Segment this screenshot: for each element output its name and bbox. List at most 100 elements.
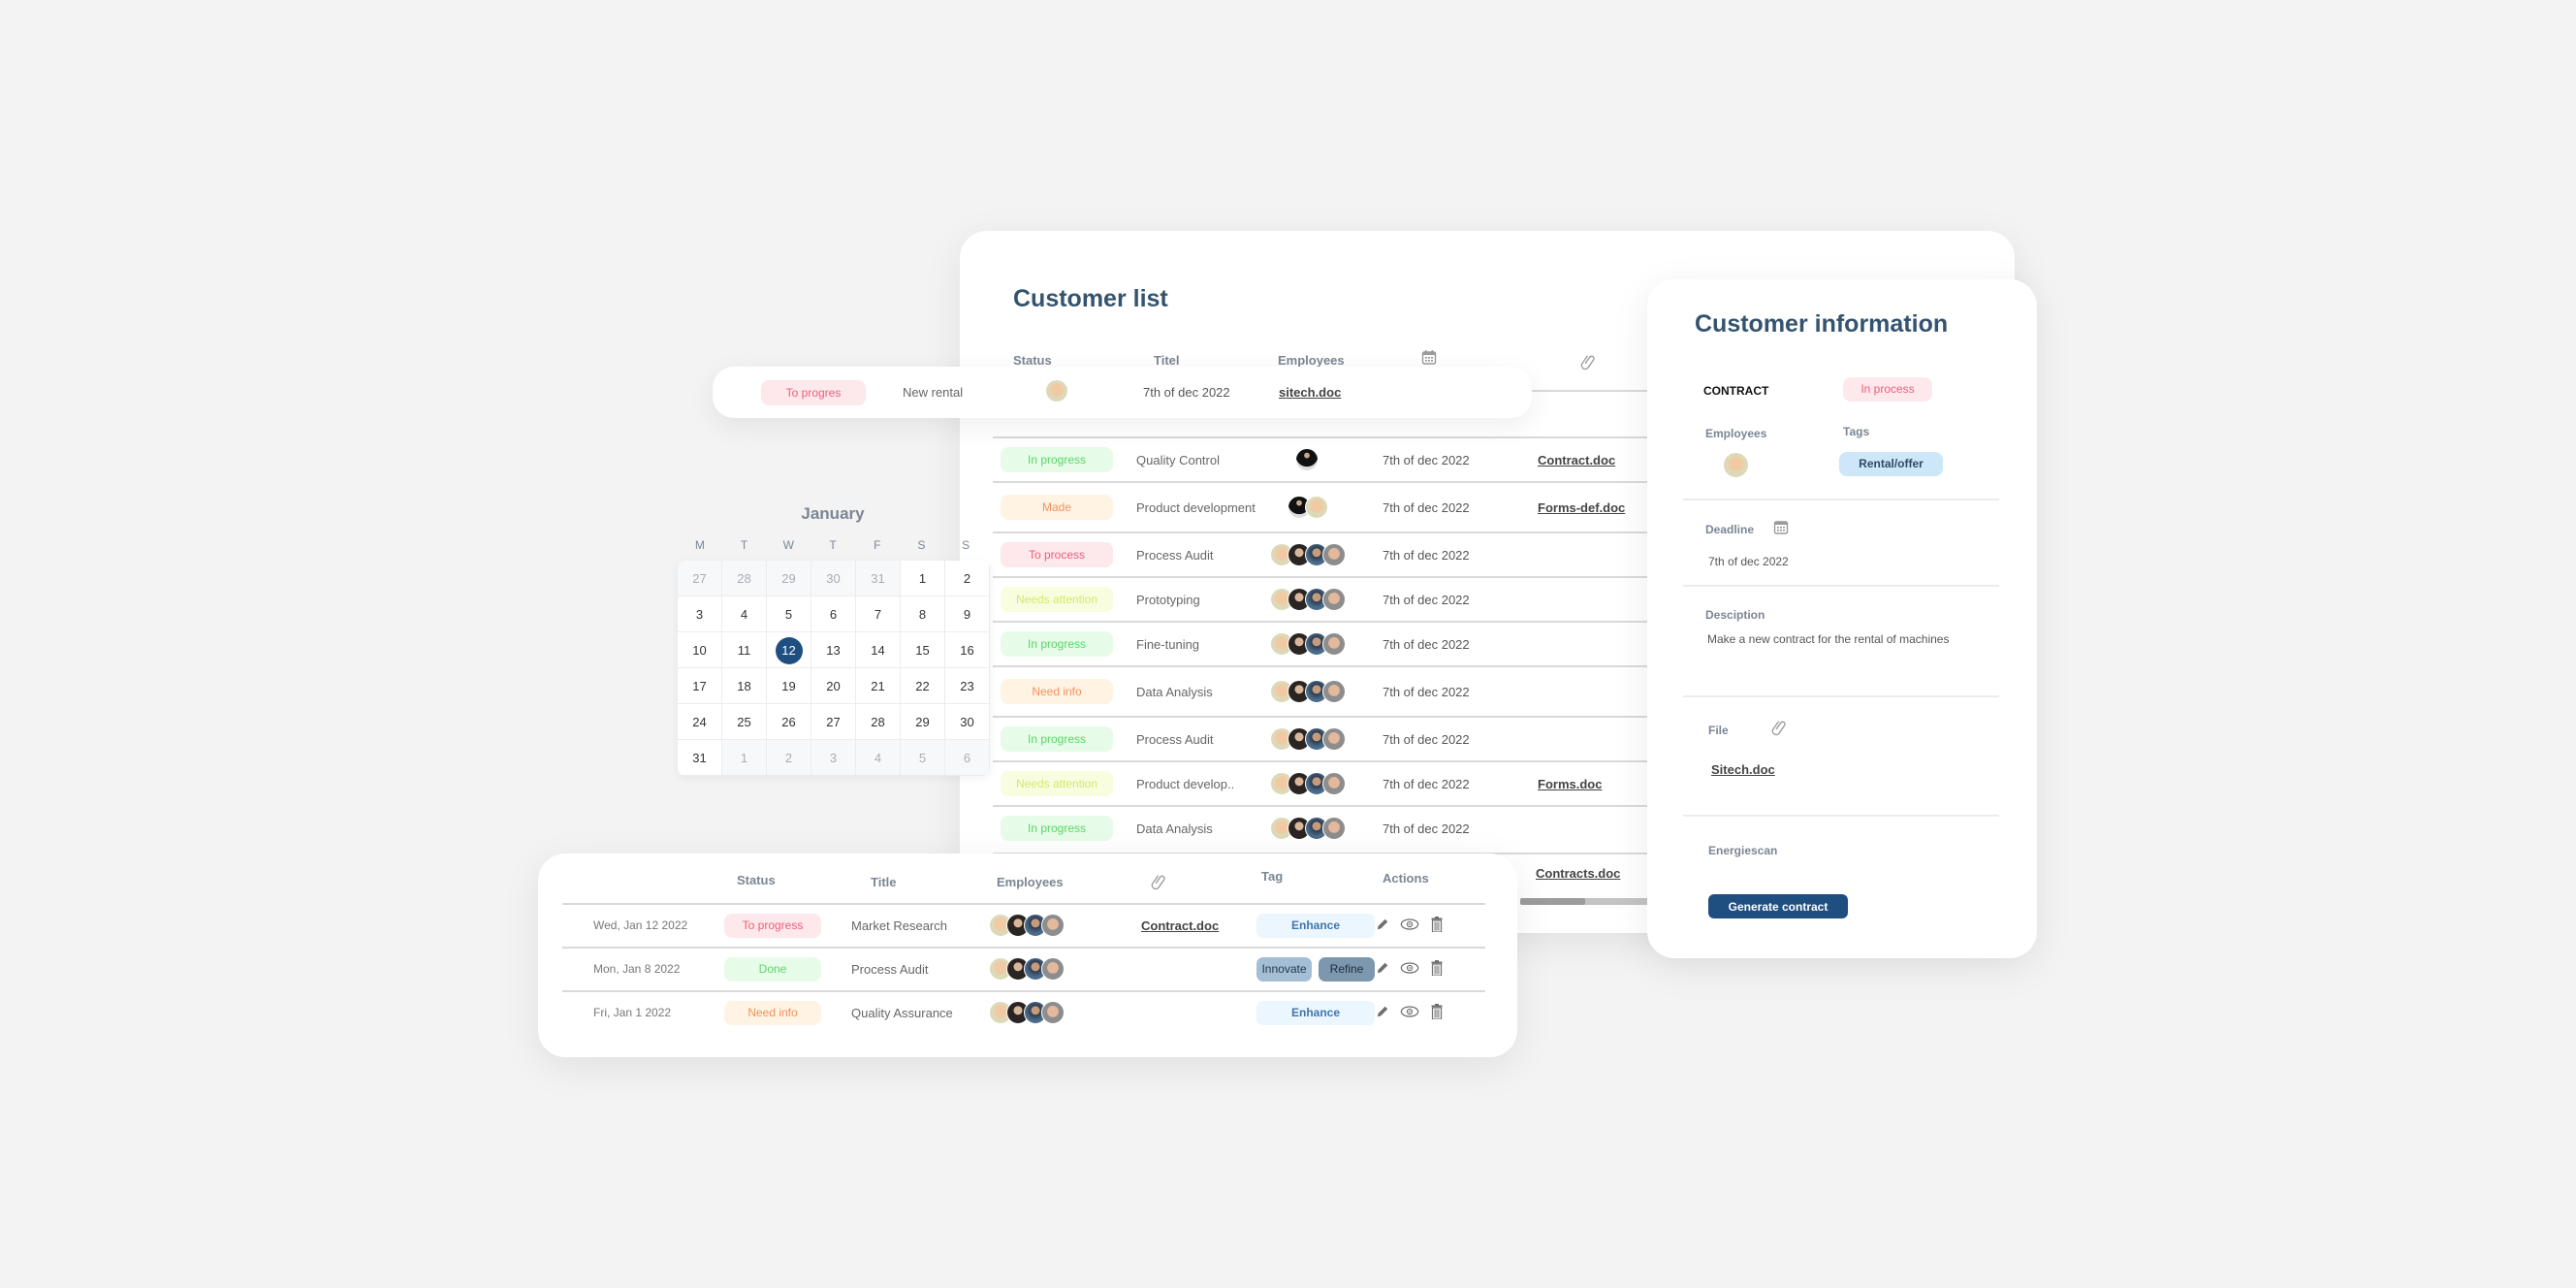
- calendar-day[interactable]: 6: [945, 740, 990, 776]
- header-title[interactable]: Title: [871, 875, 897, 889]
- row-date: 7th of dec 2022: [1383, 731, 1470, 747]
- calendar-day[interactable]: 30: [945, 704, 990, 740]
- header-status[interactable]: Status: [1013, 353, 1052, 368]
- calendar-day[interactable]: 20: [811, 668, 856, 704]
- table-row[interactable]: Fri, Jan 1 2022 Need info Quality Assuranc…: [562, 990, 1485, 1034]
- tag-chip[interactable]: Refine: [1319, 957, 1375, 982]
- calendar-day[interactable]: 21: [856, 668, 901, 704]
- calendar-day[interactable]: 9: [945, 596, 990, 632]
- tag-chip[interactable]: Enhance: [1256, 914, 1375, 938]
- calendar-day[interactable]: 22: [901, 668, 945, 704]
- calendar-day[interactable]: 5: [901, 740, 945, 776]
- paperclip-icon[interactable]: [1151, 873, 1168, 893]
- header-employees[interactable]: Employees: [1278, 353, 1345, 368]
- calendar-day[interactable]: 28: [856, 704, 901, 740]
- eye-icon[interactable]: [1400, 1002, 1419, 1021]
- generate-contract-button[interactable]: Generate contract: [1708, 894, 1848, 918]
- avatar: [1322, 680, 1346, 703]
- calendar-day[interactable]: 16: [945, 632, 990, 668]
- calendar-day[interactable]: 10: [678, 632, 722, 668]
- calendar-month: January: [801, 504, 865, 523]
- calendar-day[interactable]: 2: [767, 740, 811, 776]
- avatar: [1045, 379, 1068, 402]
- calendar-day[interactable]: 31: [678, 740, 722, 776]
- floating-row[interactable]: To progres New rental 7th of dec 2022 si…: [713, 367, 1532, 418]
- calendar-day[interactable]: 5: [767, 596, 811, 632]
- employee-avatars: [1270, 632, 1346, 656]
- header-tag[interactable]: Tag: [1261, 869, 1283, 884]
- calendar-day[interactable]: 27: [811, 704, 856, 740]
- calendar-day[interactable]: 31: [856, 561, 901, 596]
- calendar-day[interactable]: 7: [856, 596, 901, 632]
- calendar-day[interactable]: 14: [856, 632, 901, 668]
- file-link[interactable]: Contracts.doc: [1536, 866, 1620, 881]
- tag-chip[interactable]: Rental/offer: [1839, 452, 1943, 476]
- trash-icon[interactable]: [1427, 958, 1447, 978]
- file-link[interactable]: Contract.doc: [1538, 453, 1615, 467]
- calendar-day[interactable]: 6: [811, 596, 856, 632]
- paperclip-icon[interactable]: [1580, 353, 1598, 373]
- calendar-day[interactable]: 3: [678, 596, 722, 632]
- calendar-day[interactable]: 18: [722, 668, 767, 704]
- trash-icon[interactable]: [1427, 1002, 1447, 1021]
- file-link[interactable]: sitech.doc: [1279, 385, 1341, 400]
- header-title[interactable]: Titel: [1154, 353, 1180, 368]
- pencil-icon[interactable]: [1373, 915, 1392, 934]
- file-link[interactable]: Contract.doc: [1141, 918, 1219, 933]
- calendar-day[interactable]: 25: [722, 704, 767, 740]
- calendar-day[interactable]: 1: [722, 740, 767, 776]
- avatar: [1322, 772, 1346, 795]
- calendar-day[interactable]: 30: [811, 561, 856, 596]
- status-badge: In progress: [1001, 447, 1113, 472]
- weekday-label: F: [874, 538, 881, 552]
- row-title: Process Audit: [1136, 731, 1214, 747]
- calendar-day[interactable]: 15: [901, 632, 945, 668]
- calendar-day[interactable]: 8: [901, 596, 945, 632]
- avatar: [1041, 957, 1065, 981]
- eye-icon[interactable]: [1400, 958, 1419, 978]
- weekday-label: W: [782, 538, 794, 552]
- calendar-day[interactable]: 24: [678, 704, 722, 740]
- calendar-day[interactable]: 1: [901, 561, 945, 596]
- calendar-day[interactable]: 29: [901, 704, 945, 740]
- table-row[interactable]: Wed, Jan 12 2022 To progress Market Resear…: [562, 903, 1485, 947]
- row-title: Fine-tuning: [1136, 636, 1200, 652]
- tag-chip[interactable]: Innovate: [1256, 957, 1312, 982]
- pencil-icon[interactable]: [1373, 1002, 1392, 1021]
- calendar-day[interactable]: 26: [767, 704, 811, 740]
- calendar-day[interactable]: 4: [722, 596, 767, 632]
- calendar-day[interactable]: 23: [945, 668, 990, 704]
- paperclip-icon[interactable]: [1771, 719, 1789, 741]
- file-link[interactable]: Sitech.doc: [1711, 762, 1775, 777]
- eye-icon[interactable]: [1400, 915, 1419, 934]
- calendar-icon[interactable]: [1421, 349, 1437, 368]
- calendar-day[interactable]: 19: [767, 668, 811, 704]
- calendar-day[interactable]: 3: [811, 740, 856, 776]
- row-title: Product development: [1136, 499, 1256, 515]
- calendar-day[interactable]: 4: [856, 740, 901, 776]
- calendar-icon[interactable]: [1773, 519, 1789, 539]
- header-employees[interactable]: Employees: [997, 875, 1064, 889]
- calendar-day[interactable]: 28: [722, 561, 767, 596]
- horizontal-scrollbar[interactable]: [1520, 898, 1650, 905]
- customer-info-title: Customer information: [1695, 310, 1949, 338]
- tag-chip[interactable]: Enhance: [1256, 1001, 1375, 1025]
- calendar-day[interactable]: 27: [678, 561, 722, 596]
- file-link[interactable]: Forms-def.doc: [1538, 500, 1625, 515]
- status-badge: Made: [1001, 495, 1113, 520]
- header-status[interactable]: Status: [737, 873, 776, 887]
- employee-avatars: [989, 1001, 1065, 1024]
- calendar-day[interactable]: 2: [945, 561, 990, 596]
- row-date: 7th of dec 2022: [1383, 821, 1470, 836]
- calendar-day[interactable]: 17: [678, 668, 722, 704]
- calendar-day[interactable]: 29: [767, 561, 811, 596]
- scrollbar-thumb[interactable]: [1520, 898, 1585, 905]
- trash-icon[interactable]: [1427, 915, 1447, 934]
- calendar-day[interactable]: 11: [722, 632, 767, 668]
- table-row[interactable]: Mon, Jan 8 2022 Done Process Audit Innovate…: [562, 947, 1485, 990]
- row-date: 7th of dec 2022: [1143, 385, 1230, 400]
- calendar-day-selected[interactable]: 12: [767, 632, 811, 668]
- pencil-icon[interactable]: [1373, 958, 1392, 978]
- file-link[interactable]: Forms.doc: [1538, 777, 1602, 791]
- calendar-day[interactable]: 13: [811, 632, 856, 668]
